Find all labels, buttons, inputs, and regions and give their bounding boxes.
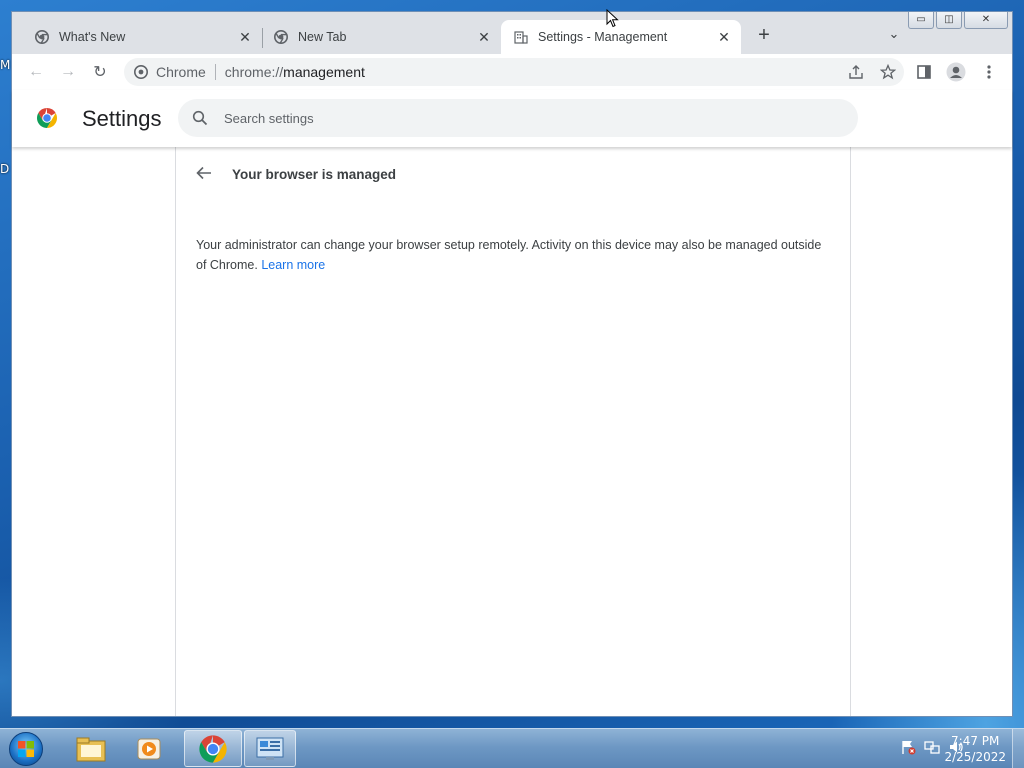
back-button[interactable]: ← — [24, 60, 48, 84]
maximize-button[interactable]: ◫ — [936, 12, 962, 29]
desktop-icon-label[interactable]: D — [0, 162, 9, 176]
tab-new-tab[interactable]: New Tab ✕ — [251, 20, 501, 54]
windows-logo-icon — [9, 732, 43, 766]
tab-strip: What's New ✕ New Tab ✕ Settings - Manage… — [12, 12, 1012, 54]
chrome-icon — [134, 65, 148, 79]
chrome-taskbar-icon[interactable] — [184, 730, 242, 767]
file-explorer-icon[interactable] — [62, 730, 120, 767]
building-icon — [513, 29, 529, 45]
control-panel-icon[interactable] — [244, 730, 296, 767]
settings-page: Settings Your browser is managed Your ad… — [12, 90, 1012, 716]
system-clock[interactable]: 7:47 PM 2/25/2022 — [944, 733, 1006, 765]
tab-title: New Tab — [298, 30, 347, 44]
clock-time: 7:47 PM — [951, 734, 1000, 748]
tab-search-icon[interactable]: ⌄ — [884, 26, 904, 46]
chrome-window: What's New ✕ New Tab ✕ Settings - Manage… — [11, 11, 1013, 717]
forward-button[interactable]: → — [56, 60, 80, 84]
chrome-logo-icon — [36, 107, 58, 129]
desktop-icon-label[interactable]: M — [0, 58, 10, 72]
share-icon[interactable] — [840, 58, 872, 86]
tab-settings-management[interactable]: Settings - Management ✕ — [501, 20, 741, 54]
search-icon — [190, 108, 210, 128]
close-tab-icon[interactable]: ✕ — [473, 29, 495, 46]
settings-search-box[interactable] — [178, 99, 858, 137]
side-panel-icon[interactable] — [912, 60, 936, 84]
menu-kebab-icon[interactable] — [977, 60, 1001, 84]
start-button[interactable] — [4, 730, 48, 768]
tab-whats-new[interactable]: What's New ✕ — [12, 20, 262, 54]
window-controls: ▭ ◫ ✕ — [908, 12, 1008, 29]
minimize-button[interactable]: ▭ — [908, 12, 934, 29]
browser-toolbar: ← → ↻ Chrome chrome://management — [12, 54, 1012, 90]
profile-avatar-icon[interactable] — [944, 60, 968, 84]
bookmark-star-icon[interactable] — [872, 58, 904, 86]
chrome-icon — [273, 29, 289, 45]
close-window-button[interactable]: ✕ — [964, 12, 1008, 29]
settings-header: Settings — [12, 90, 1012, 147]
new-tab-button[interactable]: + — [752, 24, 776, 48]
action-center-flag-icon[interactable] — [900, 739, 916, 755]
media-player-icon[interactable] — [120, 730, 178, 767]
tab-title: Settings - Management — [538, 30, 668, 44]
url-text[interactable]: chrome://management — [225, 64, 365, 80]
close-tab-icon[interactable]: ✕ — [713, 29, 735, 46]
management-card: Your browser is managed Your administrat… — [175, 147, 851, 716]
show-desktop-button[interactable] — [1012, 729, 1024, 768]
tab-title: What's New — [59, 30, 126, 44]
network-icon[interactable] — [924, 739, 940, 755]
url-host: management — [283, 64, 365, 80]
address-bar[interactable]: Chrome chrome://management — [124, 58, 904, 86]
management-description: Your administrator can change your brows… — [196, 235, 826, 275]
page-title: Your browser is managed — [232, 167, 397, 182]
settings-title: Settings — [82, 106, 162, 131]
back-arrow-icon[interactable] — [192, 161, 216, 185]
clock-date: 2/25/2022 — [944, 750, 1006, 764]
site-chip-label[interactable]: Chrome — [156, 64, 206, 80]
chrome-icon — [34, 29, 50, 45]
search-settings-input[interactable] — [224, 110, 824, 126]
omnibox-divider — [214, 64, 216, 80]
learn-more-link[interactable]: Learn more — [261, 258, 325, 272]
taskbar: 7:47 PM 2/25/2022 — [0, 728, 1024, 768]
url-scheme: chrome:// — [224, 64, 284, 80]
mouse-cursor-icon — [606, 9, 619, 28]
omnibox-actions — [840, 58, 904, 86]
reload-button[interactable]: ↻ — [88, 60, 112, 84]
